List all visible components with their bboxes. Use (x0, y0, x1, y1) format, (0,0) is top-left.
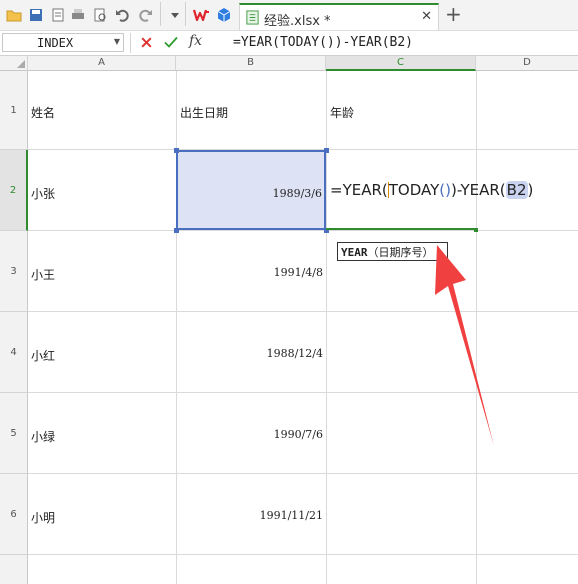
print-icon[interactable] (70, 7, 86, 23)
tab-file[interactable]: 经验.xlsx * ✕ (239, 3, 439, 30)
cell-a4[interactable]: 小红 (31, 347, 55, 364)
cell-a2[interactable]: 小张 (31, 185, 55, 202)
row-header-5[interactable]: 5 (0, 393, 28, 474)
column-header-d[interactable]: D (476, 56, 578, 71)
title-toolbar: 经验.xlsx * ✕ + (0, 0, 578, 31)
gridline (28, 473, 578, 474)
gridline (28, 554, 578, 555)
formula-part: TODAY (388, 181, 440, 199)
cancel-x-icon[interactable] (140, 36, 153, 49)
row-header-7[interactable] (0, 555, 28, 584)
cell-a1[interactable]: 姓名 (31, 104, 55, 121)
insert-function-icon[interactable]: fx (189, 33, 202, 49)
cell-b2: 1989/3/6 (272, 187, 322, 200)
reference-handle[interactable] (174, 148, 179, 153)
row-header-3[interactable]: 3 (0, 231, 28, 312)
column-header-c[interactable]: C (326, 56, 476, 71)
formula-part: =YEAR( (330, 181, 388, 199)
cloud-cube-icon[interactable] (216, 7, 232, 23)
row-header-1[interactable]: 1 (0, 71, 28, 150)
tab-file-label: 经验.xlsx * (264, 14, 331, 29)
fill-handle[interactable] (474, 228, 478, 232)
formula-reference-b2: B2 (505, 181, 528, 199)
chevron-down-icon[interactable]: ▼ (114, 37, 120, 46)
tooltip-function: YEAR (341, 246, 368, 259)
corner-triangle-icon (17, 60, 25, 68)
toolbar-divider (185, 2, 186, 26)
formula-input[interactable]: =YEAR(TODAY())-YEAR(B2) (233, 35, 413, 50)
cell-b3[interactable]: 1991/4/8 (274, 266, 323, 279)
name-box-value: INDEX (37, 36, 74, 50)
select-all-corner[interactable] (0, 56, 28, 71)
cell-b2-reference-highlight[interactable]: 1989/3/6 (176, 150, 326, 230)
divider (130, 33, 131, 53)
cell-b5[interactable]: 1990/7/6 (274, 428, 323, 441)
formula-part: ) (527, 181, 534, 199)
cell-a3[interactable]: 小王 (31, 266, 55, 283)
redo-icon[interactable] (138, 7, 154, 23)
gridline (28, 230, 578, 231)
cell-c2-edit-formula[interactable]: =YEAR(TODAY())-YEAR(B2) (330, 181, 533, 199)
column-header-a[interactable]: A (28, 56, 176, 71)
close-icon[interactable]: ✕ (421, 9, 432, 24)
row-header-2[interactable]: 2 (0, 150, 28, 231)
column-header-b[interactable]: B (176, 56, 326, 71)
cell-b6[interactable]: 1991/11/21 (260, 509, 323, 522)
row-header-4[interactable]: 4 (0, 312, 28, 393)
cell-c1[interactable]: 年龄 (330, 104, 354, 121)
dropdown-arrow-icon[interactable] (167, 7, 183, 23)
formula-bar: INDEX ▼ fx =YEAR(TODAY())-YEAR(B2) (0, 31, 578, 56)
toolbar-divider (160, 2, 161, 26)
wps-logo-icon[interactable] (193, 7, 211, 23)
cell-a6[interactable]: 小明 (31, 509, 55, 526)
save-icon[interactable] (28, 7, 44, 23)
folder-icon[interactable] (6, 7, 22, 23)
red-arrow-annotation (435, 245, 494, 446)
row-header-6[interactable]: 6 (0, 474, 28, 555)
reference-handle[interactable] (174, 228, 179, 233)
print-preview-icon[interactable] (92, 7, 108, 23)
cell-b1[interactable]: 出生日期 (180, 104, 228, 121)
cell-b4[interactable]: 1988/12/4 (267, 347, 323, 360)
confirm-check-icon[interactable] (164, 36, 178, 49)
undo-icon[interactable] (114, 7, 130, 23)
cell-a5[interactable]: 小绿 (31, 428, 55, 445)
new-tab-plus-icon[interactable]: + (445, 3, 462, 25)
name-box[interactable]: INDEX ▼ (2, 33, 124, 52)
formula-part: )-YEAR( (450, 181, 506, 199)
export-pdf-icon[interactable] (50, 7, 66, 23)
spreadsheet-file-icon (246, 10, 259, 25)
